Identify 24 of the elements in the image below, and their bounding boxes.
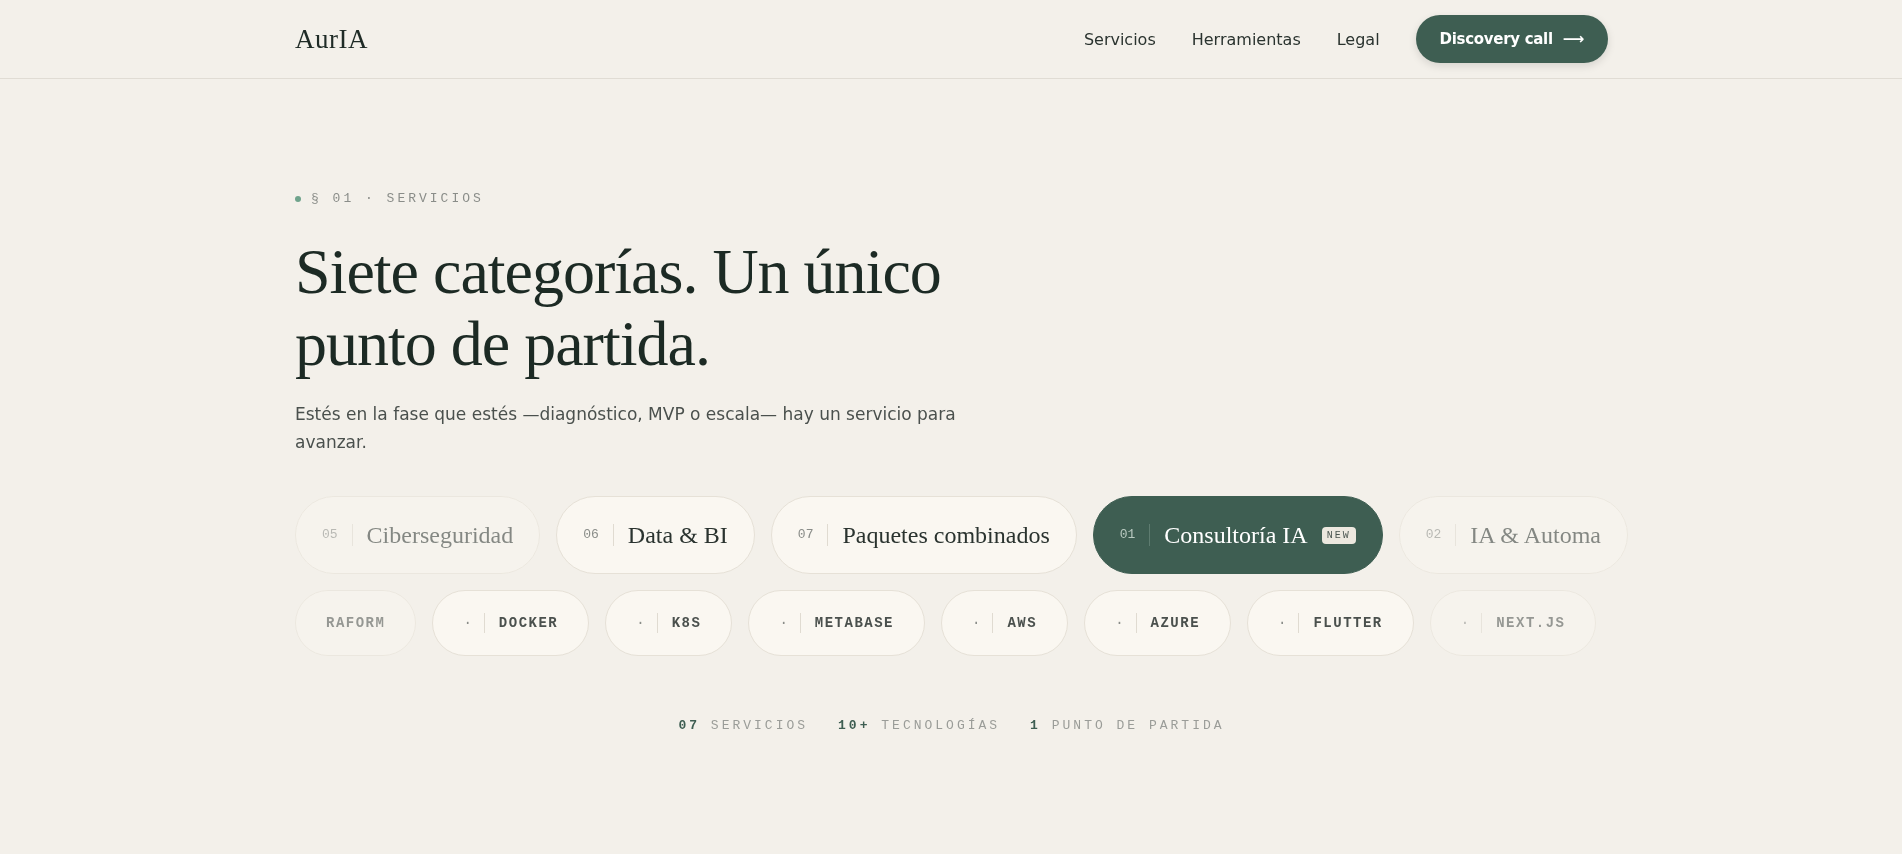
technology-chip: · K8S — [605, 590, 733, 656]
technology-chip: · NEXT.JS — [1429, 590, 1597, 656]
section-lead: Estés en la fase que estés —diagnóstico, MVP o escala— hay un servicio para avanzar. — [295, 403, 957, 454]
nav-link[interactable]: Herramientas — [1191, 29, 1301, 49]
section-eyebrow: § 01 · SERVICIOS — [311, 191, 484, 206]
stat-text: 07 SERVICIOS — [678, 718, 809, 733]
technology-chip: · METABASE — [748, 590, 925, 656]
section-title: Siete categorías. Un único punto de partida. — [295, 236, 942, 380]
service-tab[interactable]: 06 Data & BI — [556, 496, 755, 574]
new-badge: NEW — [1321, 526, 1356, 544]
technology-chip: · FLUTTER — [1247, 590, 1414, 656]
discovery-call-button[interactable]: Discovery call ⟶ — [1415, 15, 1608, 63]
service-tab[interactable]: 07 Paquetes combinados — [770, 496, 1077, 574]
stat-text: 10+ TECNOLOGÍAS — [838, 718, 1001, 733]
nav-link[interactable]: Legal — [1336, 29, 1380, 49]
eyebrow-dot-icon — [295, 195, 301, 202]
technology-chip: · AZURE — [1084, 590, 1232, 656]
stat-text: 1 PUNTO DE PARTIDA — [1030, 718, 1225, 733]
technology-chip: · AWS — [941, 590, 1069, 656]
technology-chip: · DOCKER — [432, 590, 590, 656]
logo[interactable]: AurIA — [295, 23, 368, 55]
nav-link[interactable]: Servicios — [1083, 29, 1156, 49]
service-tab[interactable]: 01 Consultoría IA NEW — [1092, 496, 1383, 574]
technology-chip: RAFORM — [295, 590, 417, 656]
